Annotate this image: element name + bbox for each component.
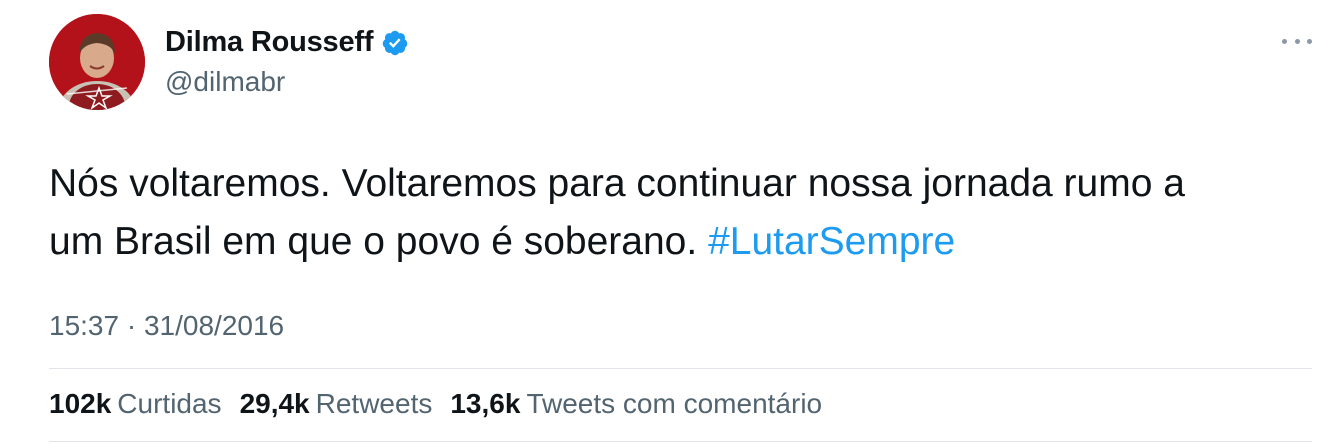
quote-tweets-count: 13,6k xyxy=(450,388,521,419)
author-handle[interactable]: @dilmabr xyxy=(165,66,285,98)
tweet-date: 31/08/2016 xyxy=(143,310,285,341)
timestamp-separator: · xyxy=(126,310,137,341)
more-options-button[interactable] xyxy=(1282,34,1312,48)
likes-stat[interactable]: 102k Curtidas xyxy=(49,388,222,420)
tweet-stats: 102k Curtidas 29,4k Retweets 13,6k Tweets c… xyxy=(49,388,840,420)
quote-tweets-label: Tweets com comentário xyxy=(526,388,823,419)
divider xyxy=(49,368,1312,369)
avatar[interactable] xyxy=(49,14,145,110)
likes-count: 102k xyxy=(49,388,112,419)
tweet-card: Dilma Rousseff @dilmabr Nós voltaremos. … xyxy=(0,0,1332,444)
more-horizontal-icon-dot xyxy=(1282,38,1287,44)
retweets-count: 29,4k xyxy=(239,388,310,419)
more-horizontal-icon-dot xyxy=(1307,38,1312,44)
author-display-name[interactable]: Dilma Rousseff xyxy=(165,26,374,59)
tweet-text-line2: um Brasil em que o povo é soberano. xyxy=(49,220,698,263)
tweet-text: Nós voltaremos. Voltaremos para continua… xyxy=(49,155,1289,271)
likes-label: Curtidas xyxy=(117,388,222,419)
retweets-stat[interactable]: 29,4k Retweets xyxy=(240,388,433,420)
author-name-row: Dilma Rousseff xyxy=(165,26,409,59)
avatar-image xyxy=(49,14,145,110)
retweets-label: Retweets xyxy=(315,388,433,419)
tweet-text-line1: Nós voltaremos. Voltaremos para continua… xyxy=(49,162,1185,205)
tweet-timestamp[interactable]: 15:37 · 31/08/2016 xyxy=(49,310,284,342)
divider xyxy=(49,441,1312,442)
tweet-time: 15:37 xyxy=(49,310,120,341)
more-horizontal-icon-dot xyxy=(1294,38,1300,44)
quote-tweets-stat[interactable]: 13,6k Tweets com comentário xyxy=(450,388,822,420)
hashtag-link[interactable]: #LutarSempre xyxy=(708,220,955,263)
verified-badge-icon xyxy=(381,29,409,57)
